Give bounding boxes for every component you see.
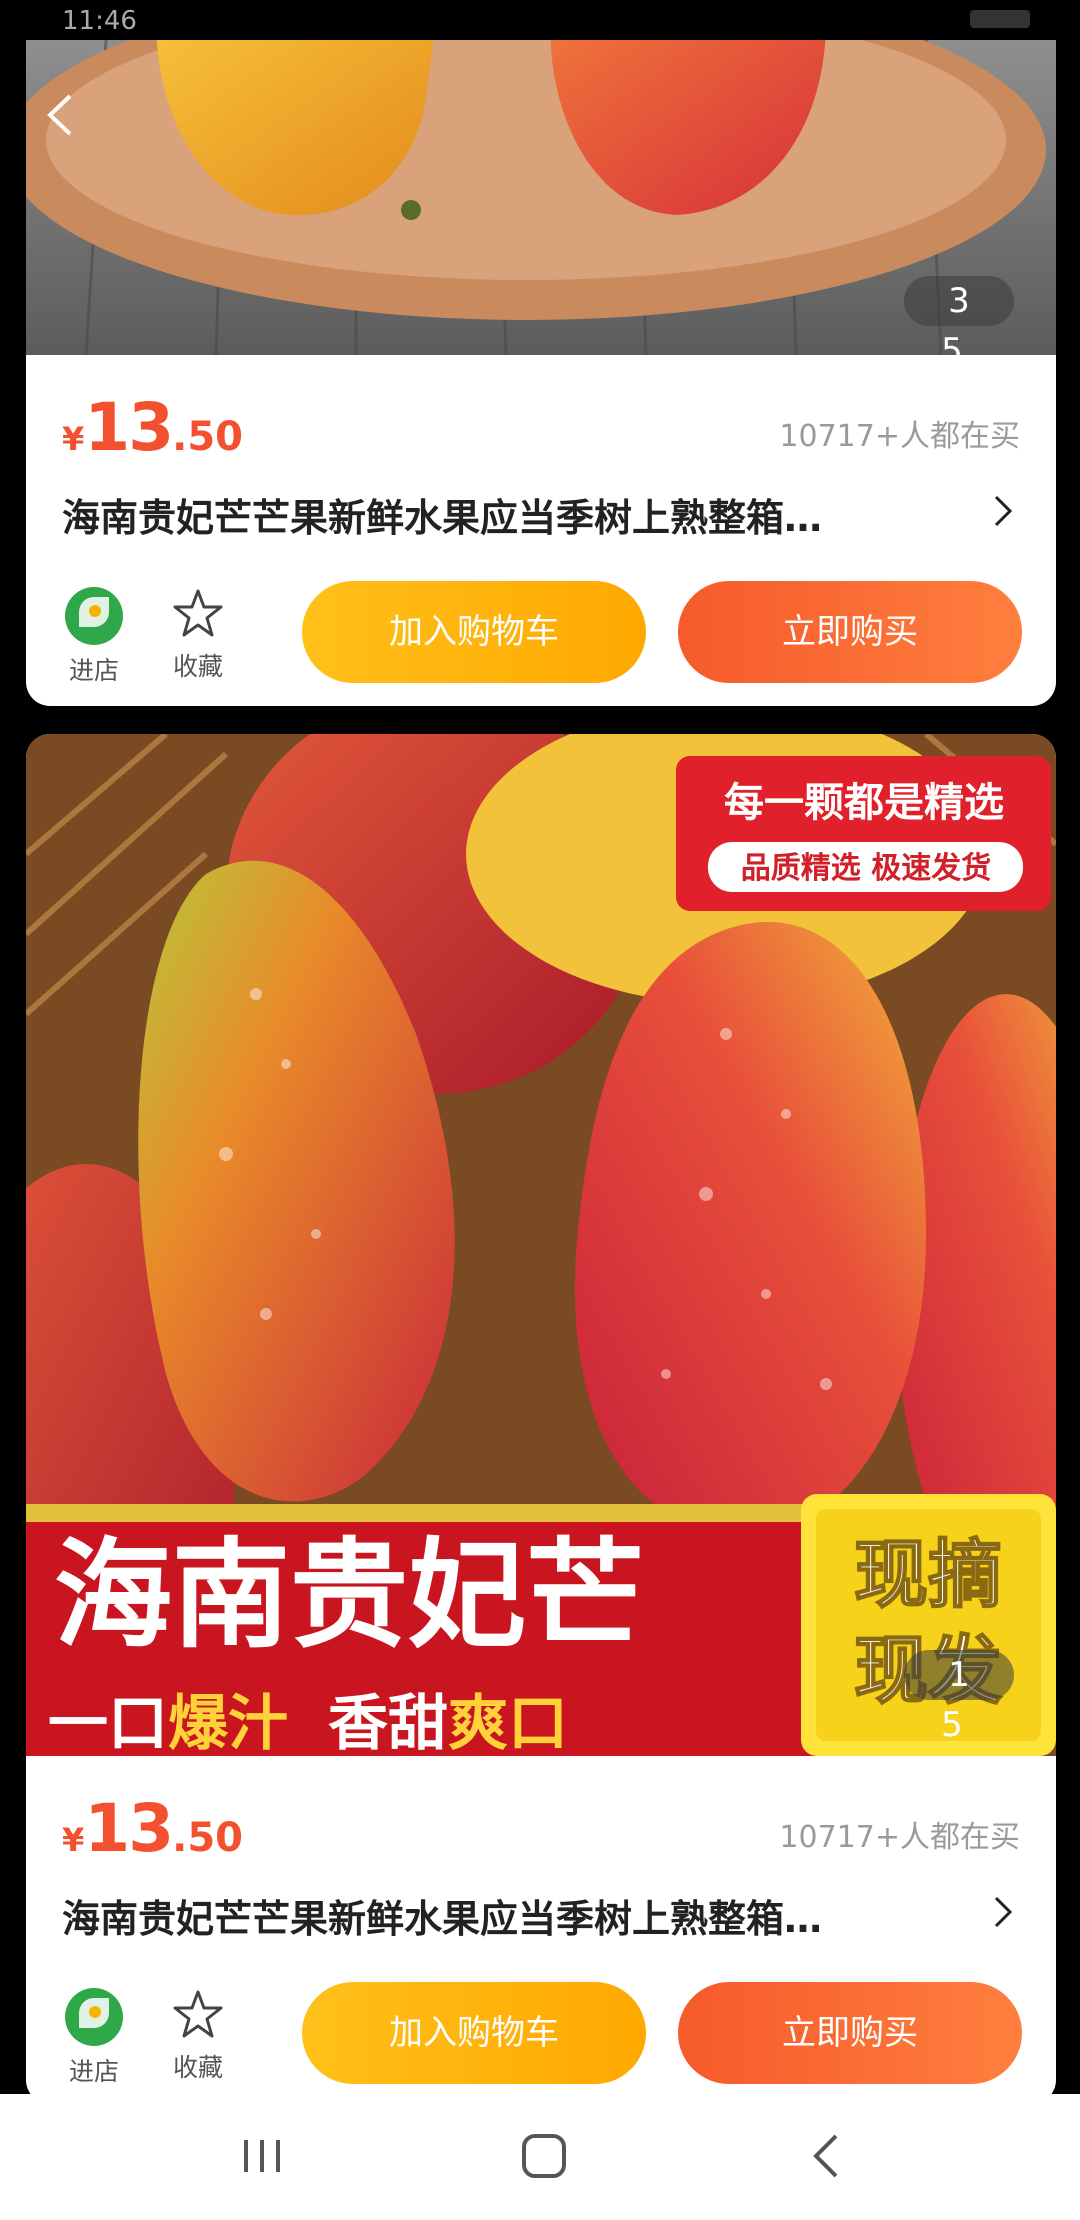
buyers-count: 10717+人都在买 bbox=[779, 419, 1020, 454]
system-navigation-bar bbox=[0, 2094, 1080, 2220]
tagline-3: 香甜 bbox=[328, 1689, 448, 1756]
headline-text: 海南贵妃芒 bbox=[54, 1526, 644, 1664]
tagline-2: 爆汁 bbox=[168, 1689, 288, 1756]
store-button[interactable]: 进店 bbox=[62, 1988, 126, 2088]
status-icons bbox=[970, 10, 1030, 28]
chevron-right-icon[interactable] bbox=[990, 489, 1018, 533]
favorite-label: 收藏 bbox=[172, 652, 223, 681]
chevron-right-icon[interactable] bbox=[990, 1890, 1018, 1934]
store-label: 进店 bbox=[68, 2057, 119, 2086]
favorite-button[interactable]: 收藏 bbox=[166, 1988, 230, 2084]
price-integer: 13 bbox=[84, 389, 174, 466]
product-title[interactable]: 海南贵妃芒芒果新鲜水果应当季树上熟整箱… bbox=[62, 487, 942, 542]
product-card-1: 3 5 ¥13.50 10717+人都在买 海南贵妃芒芒果新鲜水果应当季树上熟整… bbox=[26, 40, 1056, 706]
back-arrow-icon[interactable] bbox=[40, 90, 80, 140]
badge-text-1: 现摘 bbox=[854, 1532, 1002, 1618]
add-to-cart-button[interactable]: 加入购物车 bbox=[302, 1982, 646, 2084]
price-currency: ¥ bbox=[62, 1821, 85, 1859]
price-integer: 13 bbox=[84, 1790, 174, 1867]
image-counter: 3 5 bbox=[904, 276, 1014, 371]
product-image-1[interactable] bbox=[26, 40, 1056, 355]
tagline-4: 爽口 bbox=[448, 1689, 568, 1756]
back-icon[interactable] bbox=[786, 2124, 866, 2188]
recent-apps-icon[interactable] bbox=[222, 2124, 302, 2188]
product-image-2[interactable]: 每一颗都是精选 品质精选 极速发货 海南贵妃芒 一口爆汁香甜爽口 现摘 现发 bbox=[26, 734, 1056, 1756]
price-currency: ¥ bbox=[62, 420, 85, 458]
tagline-1: 一口 bbox=[48, 1689, 168, 1756]
store-button[interactable]: 进店 bbox=[62, 587, 126, 687]
status-bar: 11:46 bbox=[0, 0, 1080, 42]
buy-now-button[interactable]: 立即购买 bbox=[678, 581, 1022, 683]
favorite-button[interactable]: 收藏 bbox=[166, 587, 230, 683]
add-to-cart-button[interactable]: 加入购物车 bbox=[302, 581, 646, 683]
price-decimal: .50 bbox=[172, 414, 243, 460]
image-counter: 1 5 bbox=[904, 1650, 1014, 1745]
product-card-2: 每一颗都是精选 品质精选 极速发货 海南贵妃芒 一口爆汁香甜爽口 现摘 现发 1… bbox=[26, 734, 1056, 2104]
star-icon bbox=[173, 1990, 223, 2038]
price: ¥13.50 bbox=[62, 1790, 243, 1867]
buy-now-button[interactable]: 立即购买 bbox=[678, 1982, 1022, 2084]
store-logo-icon bbox=[65, 1988, 123, 2046]
price-decimal: .50 bbox=[172, 1815, 243, 1861]
banner-top-text: 每一颗都是精选 bbox=[724, 780, 1004, 826]
price: ¥13.50 bbox=[62, 389, 243, 466]
favorite-label: 收藏 bbox=[172, 2053, 223, 2082]
home-icon[interactable] bbox=[504, 2124, 584, 2188]
product-title[interactable]: 海南贵妃芒芒果新鲜水果应当季树上熟整箱… bbox=[62, 1888, 942, 1943]
banner-sub-text: 品质精选 极速发货 bbox=[741, 851, 991, 886]
buyers-count: 10717+人都在买 bbox=[779, 1820, 1020, 1855]
status-time: 11:46 bbox=[62, 6, 137, 36]
store-label: 进店 bbox=[68, 656, 119, 685]
store-logo-icon bbox=[65, 587, 123, 645]
star-icon bbox=[173, 589, 223, 637]
